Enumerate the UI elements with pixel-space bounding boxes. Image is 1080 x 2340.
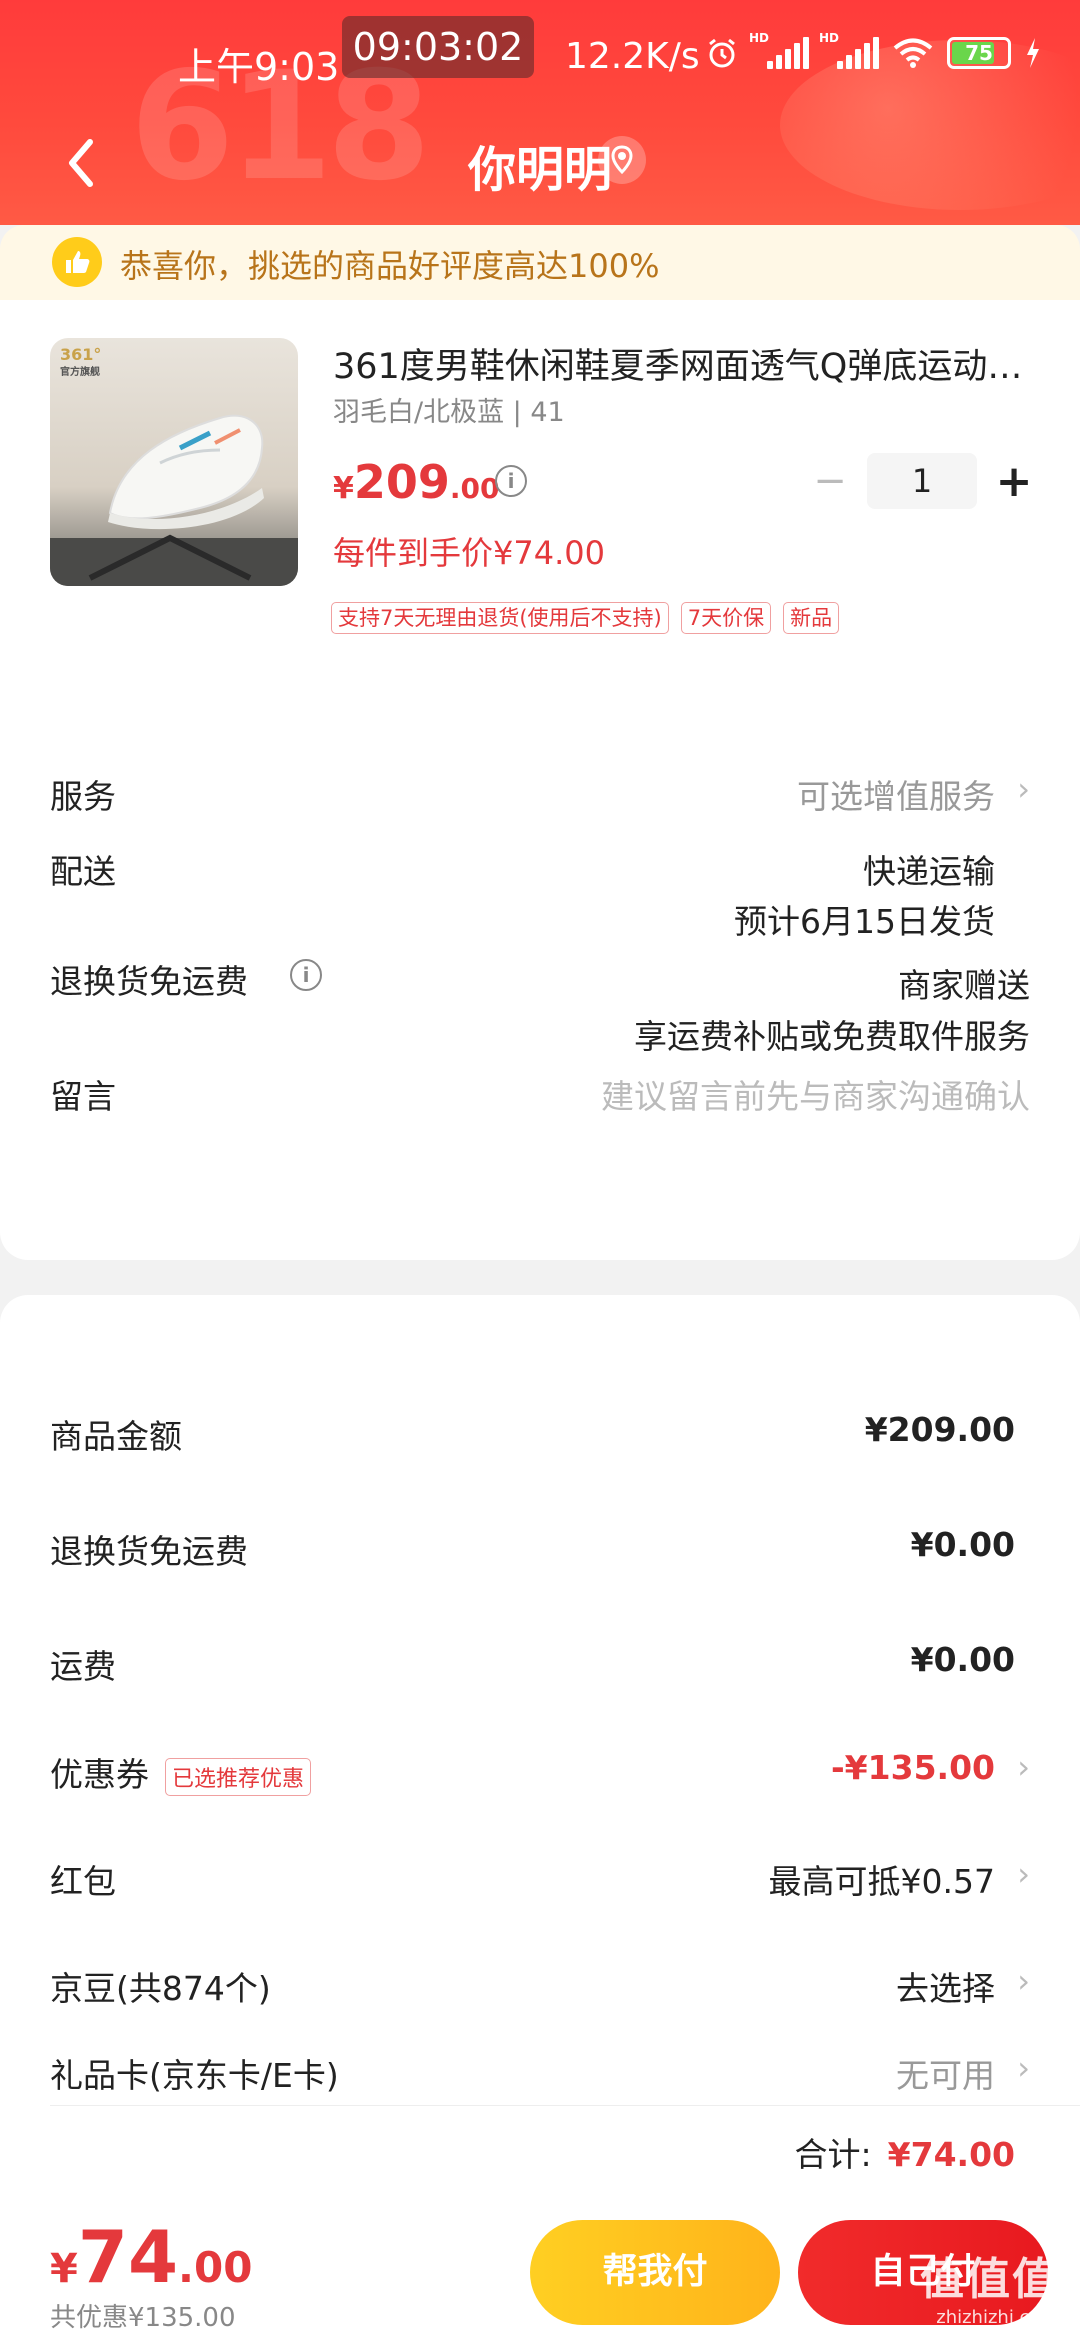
thumbs-up-icon xyxy=(52,237,102,287)
nav-bar: 你明明 xyxy=(0,110,1080,225)
divider xyxy=(50,2105,1080,2106)
return-free-row: 退换货免运费 ¥0.00 xyxy=(50,1525,1030,1575)
jingdou-label: 京豆(共874个) xyxy=(50,1969,271,2008)
checkout-bar: ¥ 74 .00 共优惠¥135.00 帮我付 自己付 值值值 zhizhizh… xyxy=(0,2205,1080,2340)
charging-icon xyxy=(1027,38,1039,68)
wifi-icon xyxy=(893,38,933,68)
jingdou-value: 去选择 xyxy=(896,1969,995,2008)
signal-hd1-icon: HD xyxy=(749,31,809,69)
page-title[interactable]: 你明明 xyxy=(0,130,1080,200)
unit-price: 每件到手价¥74.00 xyxy=(333,534,605,572)
coupon-badge: 已选推荐优惠 xyxy=(165,1757,312,1796)
gift-card-value: 无可用 xyxy=(896,2056,995,2095)
chevron-right-icon: › xyxy=(1017,1855,1030,1893)
total-saved: 共优惠¥135.00 xyxy=(50,2303,236,2333)
battery-level: 75 xyxy=(965,41,993,65)
service-label: 服务 xyxy=(50,777,116,816)
signal-hd2-icon: HD xyxy=(819,31,879,69)
status-clock: 09:03:02 xyxy=(342,16,534,78)
product-image[interactable]: 361° 官方旗舰 xyxy=(50,338,298,586)
red-packet-value: 最高可抵¥0.57 xyxy=(768,1862,995,1901)
chevron-right-icon: › xyxy=(1017,2049,1030,2087)
alarm-icon xyxy=(709,38,735,68)
product-name[interactable]: 361度男鞋休闲鞋夏季网面透气Q弹底运动… xyxy=(333,338,1033,389)
shipping-label: 运费 xyxy=(50,1647,116,1686)
total-value: ¥74.00 xyxy=(887,2135,1015,2174)
product-tags: 支持7天无理由退货(使用后不支持) 7天价保 新品 xyxy=(331,602,840,634)
shipping-row: 运费 ¥0.00 xyxy=(50,1640,1030,1690)
network-speed: 12.2K/s xyxy=(565,36,700,77)
final-price: ¥ 74 .00 xyxy=(50,2215,253,2299)
quantity-stepper: − 1 + xyxy=(805,453,1039,509)
header: 618 上午9:03 09:03:02 12.2K/s HD HD 75 你明明 xyxy=(0,0,1080,225)
gift-card-label: 礼品卡(京东卡/E卡) xyxy=(50,2056,339,2095)
product-card: 361° 官方旗舰 361度男鞋休闲鞋夏季网面透气Q弹底运动… 羽毛白/北极蓝 … xyxy=(0,300,1080,1260)
total-label: 合计: xyxy=(794,2135,872,2174)
price-info-icon[interactable]: i xyxy=(495,465,527,497)
red-packet-row[interactable]: 红包 最高可抵¥0.57 › xyxy=(50,1855,1030,1905)
return-fee-label: 退换货免运费 xyxy=(50,962,248,1001)
product-price: ¥ 209 .00 xyxy=(333,455,500,509)
chevron-right-icon: › xyxy=(1017,770,1030,808)
return-fee-row[interactable]: 退换货免运费 i 商家赠送 享运费补贴或免费取件服务 xyxy=(50,955,1030,1065)
message-row[interactable]: 留言 建议留言前先与商家沟通确认 xyxy=(50,1070,1030,1130)
quantity-value[interactable]: 1 xyxy=(867,453,977,509)
message-label: 留言 xyxy=(50,1077,116,1116)
red-packet-label: 红包 xyxy=(50,1862,116,1901)
battery-icon: 75 xyxy=(947,37,1011,69)
product-spec[interactable]: 羽毛白/北极蓝 | 41 xyxy=(333,390,565,429)
chevron-right-icon: › xyxy=(1017,1748,1030,1786)
jingdou-row[interactable]: 京豆(共874个) 去选择 › xyxy=(50,1962,1030,2012)
goods-amount-value: ¥209.00 xyxy=(864,1410,1015,1449)
status-time: 上午9:03 xyxy=(178,45,340,89)
goods-amount-label: 商品金额 xyxy=(50,1417,182,1456)
gift-card-row[interactable]: 礼品卡(京东卡/E卡) 无可用 › xyxy=(50,2049,1030,2099)
return-fee-desc: 享运费补贴或免费取件服务 xyxy=(634,1017,1030,1056)
goods-amount-row: 商品金额 ¥209.00 xyxy=(50,1410,1030,1460)
increase-button[interactable]: + xyxy=(989,456,1039,507)
praise-notice: 恭喜你，挑选的商品好评度高达100% xyxy=(0,225,1080,300)
return-fee-value: 商家赠送 xyxy=(898,966,1030,1005)
tag-new: 新品 xyxy=(783,602,840,634)
return-info-icon[interactable]: i xyxy=(290,959,322,991)
coupon-value: -¥135.00 xyxy=(830,1748,995,1787)
status-icons: HD HD 75 xyxy=(705,31,1041,70)
tag-price-protect: 7天价保 xyxy=(680,602,772,634)
total-line: 合计: ¥74.00 xyxy=(795,2128,1015,2176)
coupon-row[interactable]: 优惠券 已选推荐优惠 -¥135.00 › xyxy=(50,1748,1030,1798)
delivery-date: 预计6月15日发货 xyxy=(734,902,995,941)
tag-return: 支持7天无理由退货(使用后不支持) xyxy=(331,602,669,634)
delivery-label: 配送 xyxy=(50,852,116,891)
location-pin-icon[interactable] xyxy=(598,136,646,184)
watermark-url: zhizhizhi.com xyxy=(936,2307,1058,2328)
delivery-method: 快递运输 xyxy=(863,852,995,891)
help-pay-button[interactable]: 帮我付 xyxy=(530,2220,780,2325)
return-free-value: ¥0.00 xyxy=(910,1525,1015,1564)
order-summary-card: 商品金额 ¥209.00 退换货免运费 ¥0.00 运费 ¥0.00 优惠券 已选… xyxy=(0,1295,1080,2205)
service-value: 可选增值服务 xyxy=(797,777,995,816)
message-input[interactable]: 建议留言前先与商家沟通确认 xyxy=(601,1070,1030,1118)
shipping-value: ¥0.00 xyxy=(910,1640,1015,1679)
watermark-logo: 值值值 xyxy=(920,2254,1058,2305)
status-bar: 上午9:03 09:03:02 12.2K/s HD HD 75 xyxy=(0,0,1080,110)
chevron-right-icon: › xyxy=(1017,1962,1030,2000)
return-free-label: 退换货免运费 xyxy=(50,1532,248,1571)
watermark: 值值值 zhizhizhi.com xyxy=(920,2243,1058,2328)
decrease-button[interactable]: − xyxy=(805,458,855,504)
notice-text: 恭喜你，挑选的商品好评度高达100% xyxy=(120,247,660,285)
coupon-label: 优惠券 xyxy=(50,1755,149,1794)
service-row[interactable]: 服务 可选增值服务 › xyxy=(50,770,1030,830)
delivery-row[interactable]: 配送 快递运输 预计6月15日发货 xyxy=(50,845,1030,955)
